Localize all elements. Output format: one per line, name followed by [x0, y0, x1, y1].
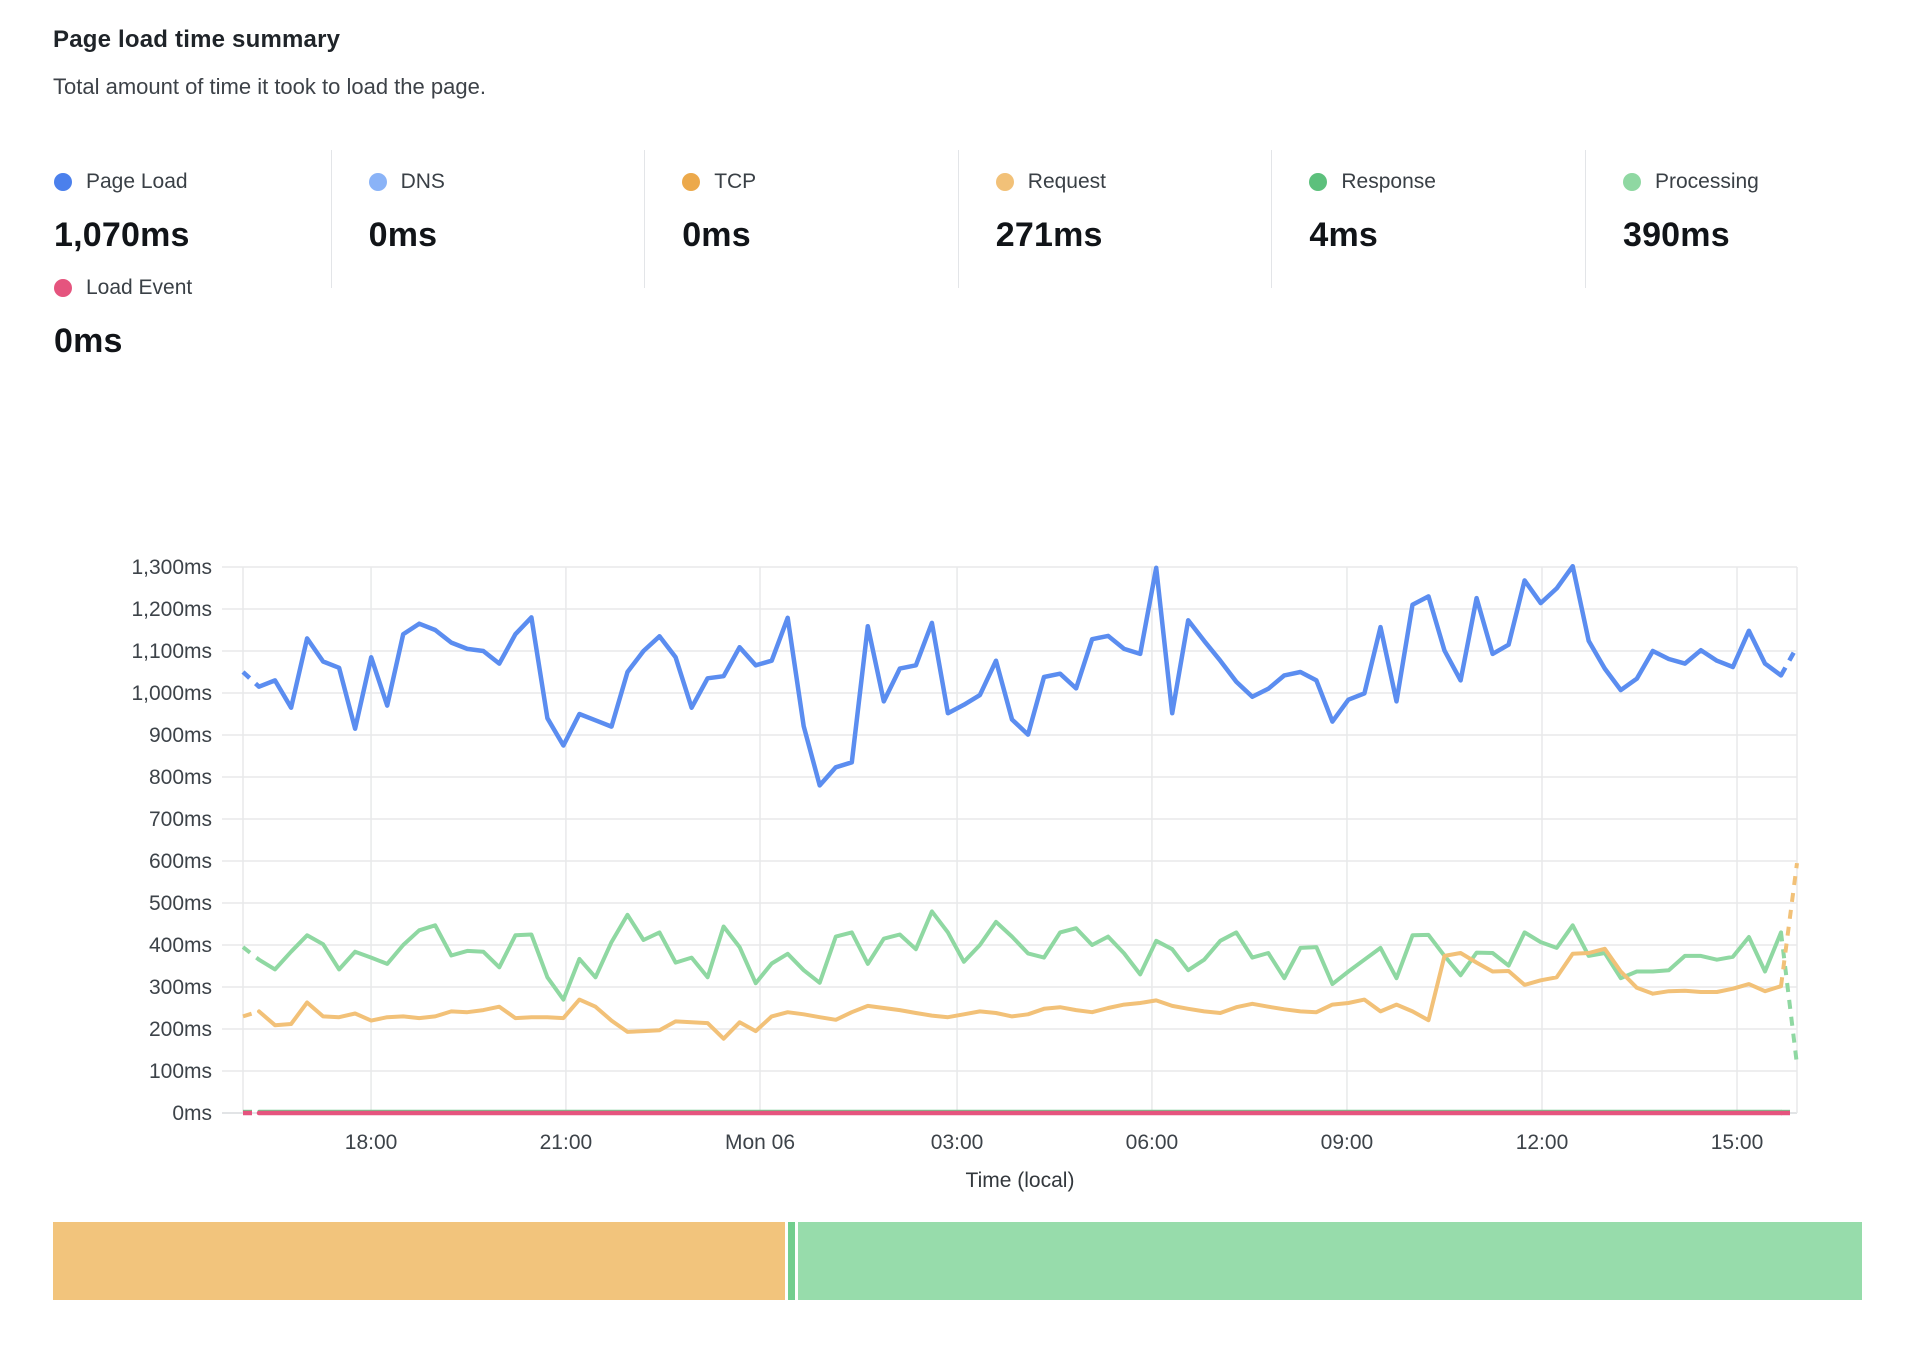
bar-segment-processing: [798, 1222, 1862, 1300]
metric-label: DNS: [401, 170, 445, 194]
metric-tcp[interactable]: TCP 0ms: [644, 150, 958, 288]
metric-label: Response: [1341, 170, 1436, 194]
metric-page-load[interactable]: Page Load 1,070ms: [17, 150, 331, 288]
metric-label: Request: [1028, 170, 1106, 194]
series-line: [259, 566, 1781, 785]
metric-value: 0ms: [682, 216, 958, 255]
page-subtitle: Total amount of time it took to load the…: [53, 74, 486, 100]
metric-value: 271ms: [996, 216, 1272, 255]
x-axis-tick-label: 21:00: [540, 1131, 593, 1154]
x-axis-tick-label: Mon 06: [725, 1131, 795, 1154]
x-axis-tick-label: 09:00: [1321, 1131, 1374, 1154]
y-axis-tick-label: 1,300ms: [131, 556, 212, 579]
y-axis-tick-label: 1,000ms: [131, 682, 212, 705]
metric-value: 0ms: [369, 216, 645, 255]
chart-canvas[interactable]: 0ms 100ms 200ms 300ms 400ms 500ms 600ms 700ms 80…: [0, 547, 1910, 1207]
metric-value: 4ms: [1309, 216, 1585, 255]
metric-label: Processing: [1655, 170, 1759, 194]
legend-dot-icon: [1309, 173, 1327, 191]
series-line: [259, 949, 1781, 1039]
series-dashed-start: [243, 672, 259, 687]
series-dashed-end: [1781, 932, 1797, 1064]
y-axis-tick-label: 800ms: [149, 766, 212, 789]
metric-value: 0ms: [54, 322, 617, 361]
x-axis-tick-label: 06:00: [1126, 1131, 1179, 1154]
y-axis-tick-label: 0ms: [172, 1102, 212, 1125]
timing-breakdown-bar: [53, 1222, 1862, 1300]
metric-request[interactable]: Request 271ms: [958, 150, 1272, 288]
series-dashed-start: [243, 1011, 259, 1016]
metric-label: Page Load: [86, 170, 188, 194]
metric-label: Load Event: [86, 276, 192, 300]
y-axis-tick-label: 500ms: [149, 892, 212, 915]
legend-dot-icon: [682, 173, 700, 191]
bar-segment-response: [788, 1222, 795, 1300]
metric-value: 1,070ms: [54, 216, 331, 255]
y-axis-tick-label: 200ms: [149, 1018, 212, 1041]
series-dashed-end: [1781, 863, 1797, 986]
legend-dot-icon: [1623, 173, 1641, 191]
y-axis-tick-label: 900ms: [149, 724, 212, 747]
page-title: Page load time summary: [53, 26, 340, 54]
y-axis-tick-label: 400ms: [149, 934, 212, 957]
metric-load-event[interactable]: Load Event 0ms: [54, 276, 617, 361]
metric-value: 390ms: [1623, 216, 1899, 255]
x-axis-tick-label: 15:00: [1711, 1131, 1764, 1154]
y-axis-tick-label: 600ms: [149, 850, 212, 873]
legend-dot-icon: [54, 173, 72, 191]
x-axis-tick-label: 03:00: [931, 1131, 984, 1154]
metric-processing[interactable]: Processing 390ms: [1585, 150, 1899, 288]
legend-dot-icon: [996, 173, 1014, 191]
y-axis-tick-label: 100ms: [149, 1060, 212, 1083]
metric-response[interactable]: Response 4ms: [1271, 150, 1585, 288]
x-axis-tick-label: 12:00: [1516, 1131, 1569, 1154]
series-dashed-start: [243, 947, 259, 960]
bar-segment-request: [53, 1222, 785, 1300]
y-axis-tick-label: 1,200ms: [131, 598, 212, 621]
x-axis-tick-label: 18:00: [345, 1131, 398, 1154]
legend-dot-icon: [54, 279, 72, 297]
metrics-legend-row: Page Load 1,070ms DNS 0ms TCP 0ms Request 271ms…: [17, 150, 1899, 288]
y-axis-tick-label: 1,100ms: [131, 640, 212, 663]
page-load-summary-panel: { "header": { "title": "Page load time s…: [0, 0, 1910, 1352]
load-time-line-chart[interactable]: 0ms 100ms 200ms 300ms 400ms 500ms 600ms 700ms 80…: [0, 547, 1910, 1207]
y-axis-tick-label: 700ms: [149, 808, 212, 831]
metric-label: TCP: [714, 170, 756, 194]
series-processing: [243, 911, 1797, 1064]
legend-dot-icon: [369, 173, 387, 191]
series-page-load: [243, 566, 1797, 785]
metrics-legend-row-2: Load Event 0ms: [17, 276, 617, 361]
y-axis-tick-label: 300ms: [149, 976, 212, 999]
metric-dns[interactable]: DNS 0ms: [331, 150, 645, 288]
x-axis-title: Time (local): [966, 1169, 1075, 1192]
